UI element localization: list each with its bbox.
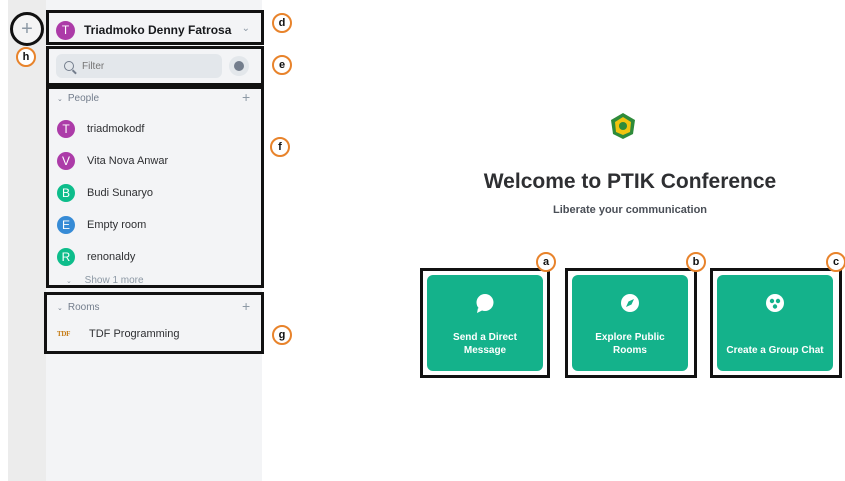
app-window: + h T Triadmoko Denny Fatrosa ⌄ d e ⌄ Pe…	[0, 0, 845, 481]
user-display-name: Triadmoko Denny Fatrosa	[84, 23, 232, 37]
show-more-label: Show 1 more	[84, 275, 144, 286]
people-item[interactable]: R renonaldy	[57, 241, 252, 273]
show-more-button[interactable]: ⌄ Show 1 more	[66, 275, 144, 286]
chevron-down-icon: ⌄	[66, 278, 72, 285]
callout-g: g	[272, 325, 292, 345]
room-item[interactable]: TDF TDF Programming	[57, 328, 179, 340]
avatar: E	[57, 216, 75, 234]
room-item-label: TDF Programming	[89, 328, 180, 340]
rooms-header-label: Rooms	[67, 302, 100, 313]
compass-icon	[621, 294, 639, 312]
add-person-button[interactable]: +	[242, 89, 250, 105]
callout-c: c	[826, 252, 845, 272]
people-item[interactable]: B Budi Sunaryo	[57, 177, 252, 209]
people-item-label: triadmokodf	[87, 123, 145, 135]
callout-b: b	[686, 252, 706, 272]
explore-rooms-button[interactable]	[229, 56, 249, 76]
explore-public-rooms-label: Explore Public Rooms	[595, 332, 665, 356]
plus-icon: +	[21, 18, 33, 40]
rooms-section-header[interactable]: ⌄ Rooms	[57, 302, 100, 313]
app-logo	[611, 113, 635, 139]
avatar: B	[57, 184, 75, 202]
people-item-label: Empty room	[87, 219, 147, 231]
user-avatar: T	[56, 20, 75, 40]
filter-input[interactable]	[82, 60, 202, 72]
chat-bubble-icon	[476, 294, 494, 313]
welcome-title: Welcome to PTIK Conference	[483, 170, 777, 193]
collapse-icon: ⌄	[57, 95, 63, 103]
send-direct-message-button[interactable]: Send a Direct Message	[427, 275, 543, 371]
space-panel	[8, 0, 46, 481]
callout-h: h	[16, 47, 36, 67]
avatar: R	[57, 248, 75, 266]
callout-d: d	[272, 13, 292, 33]
group-icon	[766, 294, 784, 312]
avatar: V	[57, 152, 75, 170]
send-direct-message-label: Send a Direct Message	[453, 332, 517, 356]
room-logo: TDF	[57, 330, 71, 338]
callout-f: f	[270, 137, 290, 157]
explore-public-rooms-button[interactable]: Explore Public Rooms	[572, 275, 688, 371]
people-item[interactable]: E Empty room	[57, 209, 252, 241]
create-group-chat-button[interactable]: Create a Group Chat	[717, 275, 833, 371]
search-icon	[64, 61, 74, 71]
welcome-tagline: Liberate your communication	[552, 204, 708, 216]
people-item-label: Budi Sunaryo	[87, 187, 154, 199]
avatar: T	[57, 120, 75, 138]
people-item[interactable]: V Vita Nova Anwar	[57, 145, 252, 177]
people-section-header[interactable]: ⌄ People	[57, 93, 99, 104]
chevron-down-icon: ⌄	[241, 23, 250, 34]
callout-e: e	[272, 55, 292, 75]
people-item-label: renonaldy	[87, 251, 136, 263]
filter-field[interactable]	[56, 54, 222, 78]
compass-icon	[234, 61, 244, 71]
people-list: T triadmokodf V Vita Nova Anwar B Budi S…	[57, 113, 252, 273]
create-space-button[interactable]: +	[10, 12, 44, 46]
collapse-icon: ⌄	[57, 304, 63, 312]
create-group-chat-label: Create a Group Chat	[726, 345, 824, 356]
user-menu-button[interactable]: T Triadmoko Denny Fatrosa ⌄	[56, 18, 256, 42]
people-item-label: Vita Nova Anwar	[87, 155, 169, 167]
add-room-button[interactable]: +	[242, 298, 250, 314]
people-item[interactable]: T triadmokodf	[57, 113, 252, 145]
callout-a: a	[536, 252, 556, 272]
people-header-label: People	[67, 93, 100, 104]
